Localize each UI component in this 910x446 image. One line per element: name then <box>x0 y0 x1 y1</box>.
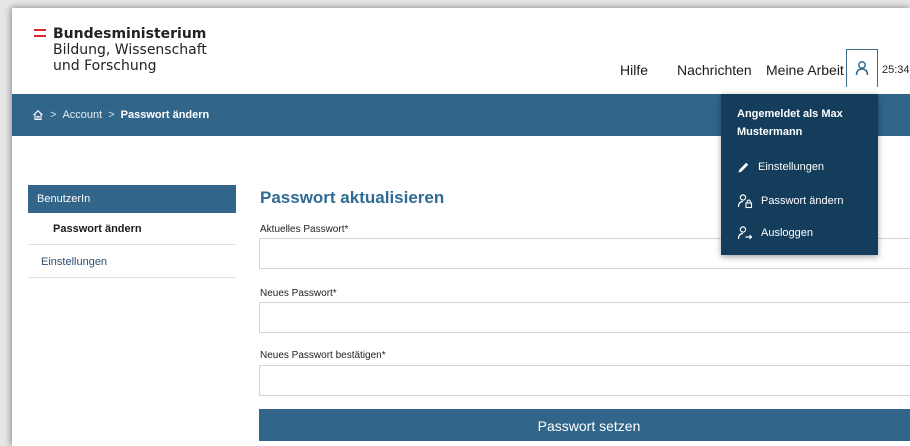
nav-meine-arbeit-link[interactable]: Meine Arbeit <box>766 62 844 78</box>
austria-flag-icon <box>34 29 46 37</box>
set-password-button[interactable]: Passwort setzen <box>259 409 910 441</box>
sidebar-heading: BenutzerIn <box>28 185 236 213</box>
user-menu-button[interactable] <box>846 49 878 87</box>
sidebar-item-einstellungen[interactable]: Einstellungen <box>28 246 236 278</box>
logged-in-as-label: Angemeldet als Max Mustermann <box>737 108 843 138</box>
nav-hilfe-link[interactable]: Hilfe <box>620 62 648 78</box>
breadcrumb-separator: > <box>50 109 57 121</box>
menu-item-label: Ausloggen <box>761 227 813 239</box>
session-timer: 25:34 <box>882 64 910 76</box>
user-lock-icon <box>737 194 753 209</box>
menu-item-label: Passwort ändern <box>761 195 844 207</box>
logo-text: Bundesministerium Bildung, Wissenschaft … <box>53 26 253 74</box>
menu-item-label: Einstellungen <box>758 161 825 173</box>
current-password-label: Aktuelles Passwort* <box>260 224 349 235</box>
breadcrumb: > Account > Passwort ändern <box>32 94 209 136</box>
home-icon[interactable] <box>32 109 44 121</box>
logo-line-1: Bundesministerium <box>53 26 207 42</box>
menu-item-passwort-aendern[interactable]: Passwort ändern <box>737 191 844 211</box>
menu-item-ausloggen[interactable]: Ausloggen <box>737 223 813 243</box>
confirm-password-input[interactable] <box>259 365 910 396</box>
logo-line-3: und Forschung <box>53 58 157 74</box>
form-title: Passwort aktualisieren <box>260 188 445 207</box>
user-dropdown-menu: Angemeldet als Max Mustermann Einstellun… <box>721 94 878 255</box>
new-password-input[interactable] <box>259 302 910 333</box>
menu-item-einstellungen[interactable]: Einstellungen <box>737 157 824 177</box>
new-password-label: Neues Passwort* <box>260 288 337 299</box>
sidebar-item-passwort-aendern[interactable]: Passwort ändern <box>28 213 236 245</box>
browser-page: Bundesministerium Bildung, Wissenschaft … <box>12 8 910 446</box>
pencil-icon <box>738 162 749 172</box>
user-icon <box>855 61 869 76</box>
breadcrumb-account-link[interactable]: Account <box>62 109 102 121</box>
confirm-password-label: Neues Passwort bestätigen* <box>260 350 386 361</box>
logo-line-2: Bildung, Wissenschaft <box>53 42 207 58</box>
nav-nachrichten-link[interactable]: Nachrichten <box>677 62 752 78</box>
breadcrumb-separator: > <box>108 109 115 121</box>
user-logout-icon <box>737 226 753 240</box>
breadcrumb-current: Passwort ändern <box>120 109 210 121</box>
